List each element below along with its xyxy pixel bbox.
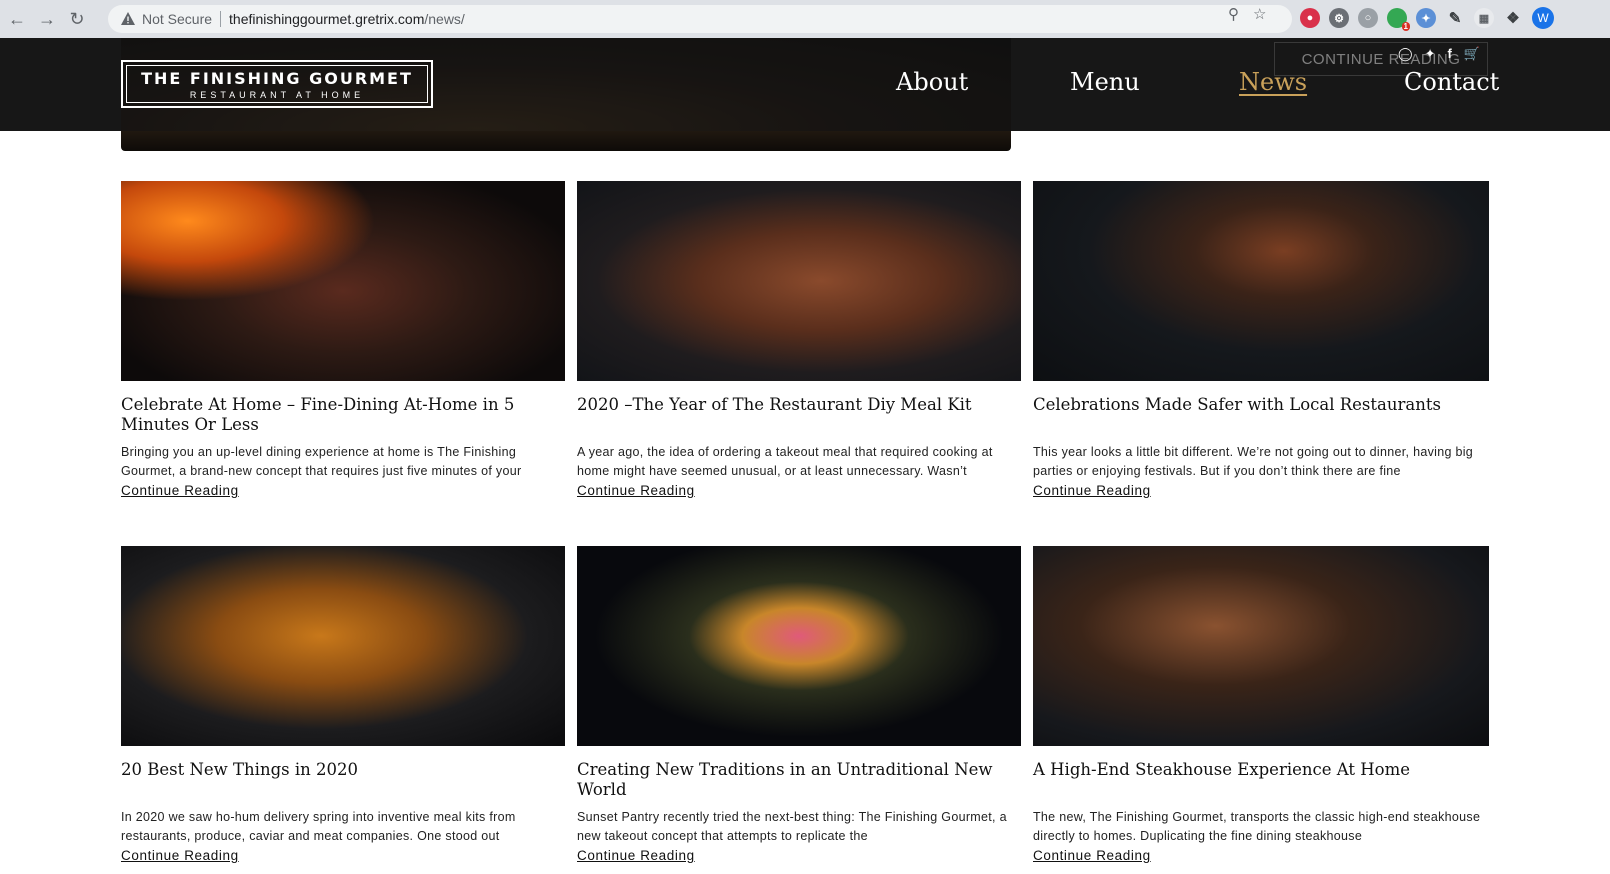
post-card: Celebrations Made Safer with Local Resta… <box>1033 181 1489 500</box>
instagram-icon[interactable]: ◯ <box>1398 46 1413 62</box>
continue-reading-link[interactable]: Continue Reading <box>577 483 695 498</box>
extension-gear-icon[interactable]: ⚙ <box>1329 8 1349 28</box>
post-excerpt: Bringing you an up-level dining experien… <box>121 445 522 478</box>
site-logo[interactable]: THE FINISHING GOURMET RESTAURANT AT HOME <box>121 60 433 108</box>
profile-avatar[interactable]: W <box>1532 7 1554 29</box>
nav-contact[interactable]: Contact <box>1404 68 1499 96</box>
post-excerpt: This year looks a little bit different. … <box>1033 445 1474 478</box>
post-title[interactable]: 20 Best New Things in 2020 <box>121 760 565 798</box>
nav-about[interactable]: About <box>896 68 968 96</box>
post-excerpt: In 2020 we saw ho-hum delivery spring in… <box>121 810 516 843</box>
url-host: thefinishinggourmet.gretrix.com <box>229 11 425 27</box>
extensions-bar: ● ⚙ ○ 1 ✦ ✎ ▦ ❖ W <box>1300 7 1554 31</box>
post-image[interactable] <box>577 546 1021 746</box>
back-icon[interactable]: ← <box>4 6 30 32</box>
post-image[interactable] <box>1033 181 1489 381</box>
zoom-icon[interactable]: ⚲ <box>1228 5 1239 23</box>
post-title[interactable]: Celebrate At Home – Fine-Dining At-Home … <box>121 395 565 437</box>
post-excerpt: The new, The Finishing Gourmet, transpor… <box>1033 810 1481 843</box>
forward-icon[interactable]: → <box>34 6 60 32</box>
post-title[interactable]: Celebrations Made Safer with Local Resta… <box>1033 395 1489 437</box>
continue-reading-link[interactable]: Continue Reading <box>121 848 239 863</box>
url-path: /news/ <box>424 11 465 27</box>
separator <box>220 11 222 27</box>
post-title[interactable]: A High-End Steakhouse Experience At Home <box>1033 760 1489 798</box>
site-header: CONTINUE READING THE FINISHING GOURMET R… <box>0 38 1610 131</box>
security-label: Not Secure <box>142 11 213 27</box>
post-excerpt: Sunset Pantry recently tried the next-be… <box>577 810 1007 843</box>
nav-menu[interactable]: Menu <box>1070 68 1140 96</box>
hero-image-bottom <box>121 131 1011 151</box>
nav-news[interactable]: News <box>1239 68 1307 96</box>
post-card: Creating New Traditions in an Untraditio… <box>577 546 1021 865</box>
post-card: 2020 –The Year of The Restaurant Diy Mea… <box>577 181 1021 500</box>
post-title[interactable]: Creating New Traditions in an Untraditio… <box>577 760 1021 799</box>
extension-blue-icon[interactable]: ✦ <box>1416 8 1436 28</box>
post-image[interactable] <box>1033 546 1489 746</box>
social-links: ◯ ✦ f 🛒 <box>1398 46 1480 62</box>
extension-badge-icon[interactable]: 1 <box>1387 8 1410 31</box>
logo-subtitle: RESTAURANT AT HOME <box>189 89 365 100</box>
reload-icon[interactable]: ↻ <box>64 6 90 32</box>
eyedropper-icon[interactable]: ✎ <box>1445 8 1465 28</box>
address-bar[interactable]: Not Secure thefinishinggourmet.gretrix.c… <box>108 5 1292 33</box>
cart-icon[interactable]: 🛒 <box>1464 46 1480 62</box>
extension-grid-icon[interactable]: ▦ <box>1474 8 1494 28</box>
continue-reading-link[interactable]: Continue Reading <box>1033 848 1151 863</box>
extension-badge-count: 1 <box>1401 22 1410 31</box>
post-excerpt: A year ago, the idea of ordering a takeo… <box>577 445 993 478</box>
post-card: 20 Best New Things in 2020 In 2020 we sa… <box>121 546 565 865</box>
puzzle-icon[interactable]: ❖ <box>1503 8 1523 28</box>
post-image[interactable] <box>577 181 1021 381</box>
post-title[interactable]: 2020 –The Year of The Restaurant Diy Mea… <box>577 395 1021 437</box>
extension-red-icon[interactable]: ● <box>1300 8 1320 28</box>
warning-icon <box>121 12 135 25</box>
browser-toolbar: ← → ↻ Not Secure thefinishinggourmet.gre… <box>0 0 1610 38</box>
facebook-icon[interactable]: f <box>1447 46 1451 62</box>
twitter-icon[interactable]: ✦ <box>1425 46 1436 62</box>
continue-reading-link[interactable]: Continue Reading <box>1033 483 1151 498</box>
bookmark-star-icon[interactable]: ☆ <box>1253 5 1266 23</box>
extension-circle-icon[interactable]: ○ <box>1358 8 1378 28</box>
logo-title: THE FINISHING GOURMET <box>141 68 413 88</box>
continue-reading-link[interactable]: Continue Reading <box>577 848 695 863</box>
post-card: Celebrate At Home – Fine-Dining At-Home … <box>121 181 565 500</box>
post-image[interactable] <box>121 181 565 381</box>
post-image[interactable] <box>121 546 565 746</box>
continue-reading-link[interactable]: Continue Reading <box>121 483 239 498</box>
post-card: A High-End Steakhouse Experience At Home… <box>1033 546 1489 865</box>
